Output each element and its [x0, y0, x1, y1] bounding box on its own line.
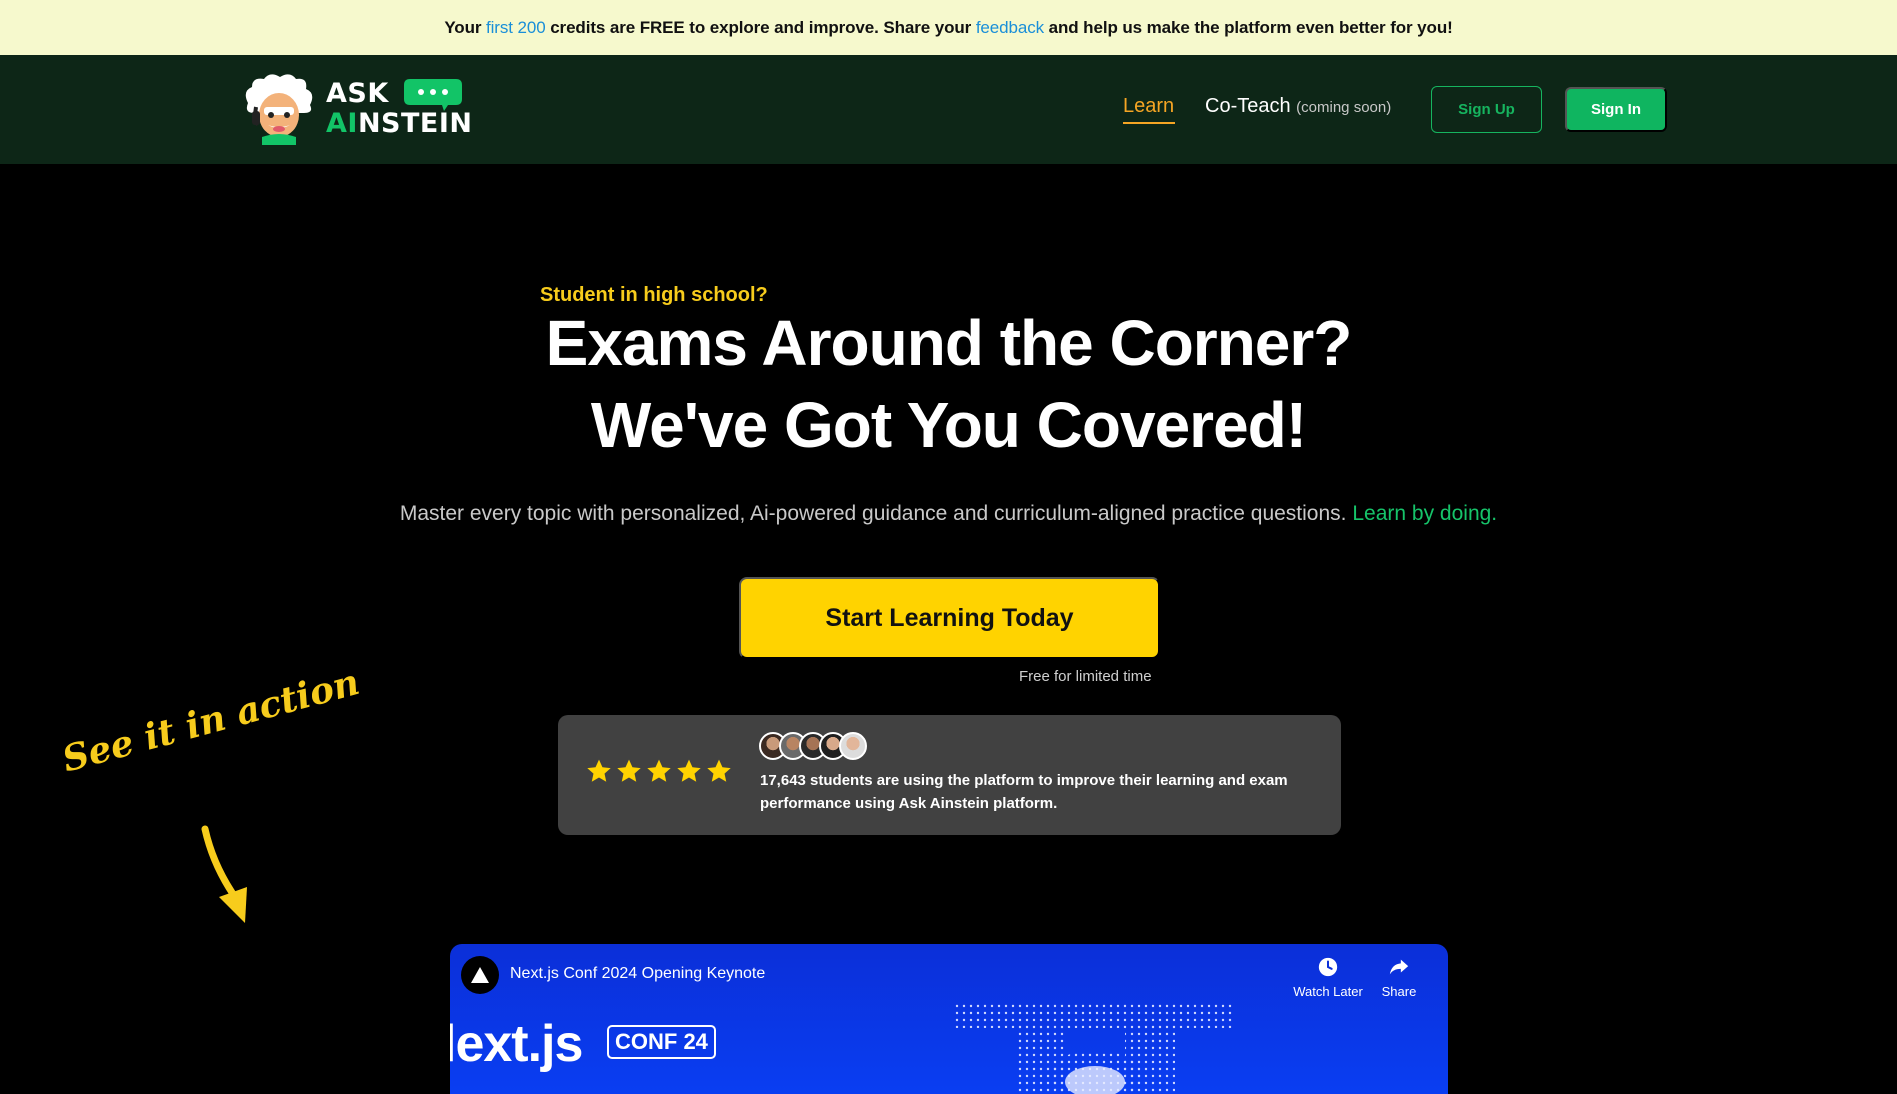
halftone-graphic — [955, 1004, 1235, 1094]
hero-subtitle: Master every topic with personalized, Ai… — [0, 502, 1897, 526]
chat-bubble-icon — [404, 79, 462, 111]
nav-learn-active-indicator — [1123, 122, 1175, 124]
watch-later-label: Watch Later — [1293, 984, 1363, 999]
logo-stein: NSTEIN — [357, 108, 473, 139]
star-icon — [707, 759, 731, 782]
down-arrow-icon — [201, 825, 247, 923]
banner-prefix: Your — [444, 17, 482, 37]
hero-subtitle-highlight: Learn by doing. — [1352, 502, 1498, 525]
rating-stars — [586, 758, 732, 784]
banner-credits-link[interactable]: first 200 — [486, 18, 546, 38]
sign-in-button[interactable]: Sign In — [1565, 87, 1667, 132]
star-icon — [587, 759, 611, 782]
sign-up-button[interactable]: Sign Up — [1431, 86, 1542, 133]
nav-learn-link[interactable]: Learn — [1123, 95, 1174, 118]
start-learning-button[interactable]: Start Learning Today — [739, 577, 1160, 659]
star-icon — [617, 759, 641, 782]
star-icon — [647, 759, 671, 782]
einstein-mascot-icon — [245, 74, 313, 145]
promo-banner: Your first 200 credits are FREE to explo… — [0, 0, 1897, 55]
see-it-in-action-annotation: See it in action — [58, 660, 364, 781]
nav-coteach-coming-soon: (coming soon) — [1296, 99, 1392, 116]
video-thumbnail-text: lext.js — [450, 1015, 583, 1073]
triangle-logo-icon — [471, 967, 489, 983]
clock-icon — [1318, 957, 1338, 977]
hero-title-line-2: We've Got You Covered! — [590, 389, 1307, 461]
banner-suffix: and help us make the platform even bette… — [1048, 17, 1453, 37]
banner-feedback-link[interactable]: feedback — [976, 18, 1044, 38]
video-title[interactable]: Next.js Conf 2024 Opening Keynote — [510, 965, 765, 983]
ask-ainstein-logo[interactable]: ASK AINSTEIN — [240, 73, 472, 145]
social-proof-card: 17,643 students are using the platform t… — [558, 715, 1341, 835]
video-player[interactable]: Next.js Conf 2024 Opening Keynote Watch … — [450, 944, 1448, 1094]
nav-coteach-link[interactable]: Co-Teach (coming soon) — [1205, 95, 1391, 118]
hero-eyebrow: Student in high school? — [540, 284, 768, 306]
student-avatars — [759, 732, 867, 760]
video-thumbnail-badge: CONF 24 — [607, 1025, 716, 1059]
hero-subtitle-text: Master every topic with personalized, Ai… — [399, 502, 1347, 525]
logo-ai: AI — [326, 108, 358, 139]
share-button[interactable]: Share — [1379, 956, 1419, 999]
cta-free-note: Free for limited time — [1019, 668, 1152, 685]
share-arrow-icon — [1389, 959, 1409, 975]
banner-middle: credits are FREE to explore and improve.… — [550, 17, 972, 37]
channel-logo-icon[interactable] — [461, 956, 499, 994]
star-icon — [677, 759, 701, 782]
nav-coteach-label: Co-Teach — [1205, 95, 1291, 117]
hero-title-line-1: Exams Around the Corner? — [545, 307, 1353, 379]
share-label: Share — [1381, 984, 1417, 999]
watch-later-button[interactable]: Watch Later — [1291, 956, 1365, 999]
top-navigation: ASK AINSTEIN Learn Co-Teach (coming soon… — [0, 55, 1897, 164]
avatar — [839, 732, 867, 760]
social-proof-text: 17,643 students are using the platform t… — [760, 772, 1288, 812]
